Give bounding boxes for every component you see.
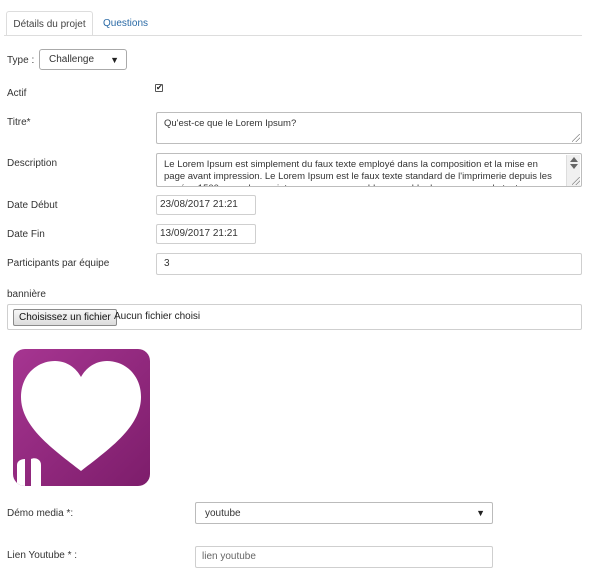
actif-checkbox[interactable]: ✔	[155, 84, 163, 92]
tab-questions[interactable]: Questions	[94, 11, 157, 36]
lien-youtube-label: Lien Youtube * :	[7, 550, 78, 561]
description-label: Description	[7, 158, 58, 169]
participants-input[interactable]: 3	[156, 253, 582, 275]
resize-handle-icon[interactable]	[572, 177, 580, 185]
type-label: Type :	[7, 55, 35, 66]
choose-file-button[interactable]: Choisissez un fichier	[13, 309, 117, 326]
titre-value: Qu'est-ce que le Lorem Ipsum?	[164, 118, 297, 129]
scroll-down-icon[interactable]	[570, 164, 578, 169]
titre-label: Titre*	[7, 117, 31, 128]
lien-youtube-input[interactable]: lien youtube	[195, 546, 493, 568]
banniere-file-input: Choisissez un fichier Aucun fichier choi…	[7, 304, 582, 330]
date-debut-input[interactable]: 23/08/2017 21:21	[156, 195, 256, 215]
description-textarea[interactable]: Le Lorem Ipsum est simplement du faux te…	[156, 153, 582, 187]
date-debut-label: Date Début	[7, 200, 58, 211]
heart-logo-graphic	[13, 349, 150, 486]
type-select-value: Challenge	[49, 54, 95, 65]
chevron-down-icon: ▼	[110, 55, 119, 65]
participants-label: Participants par équipe	[7, 258, 110, 269]
demo-media-value: youtube	[205, 508, 241, 519]
actif-label: Actif	[7, 88, 27, 99]
demo-media-select[interactable]: youtube ▼	[195, 502, 493, 524]
resize-handle-icon[interactable]	[572, 134, 580, 142]
tab-details-projet[interactable]: Détails du projet	[6, 11, 93, 36]
chevron-down-icon: ▼	[476, 508, 485, 518]
file-status-text: Aucun fichier choisi	[114, 311, 201, 322]
banniere-label: bannière	[7, 289, 46, 300]
date-fin-input[interactable]: 13/09/2017 21:21	[156, 224, 256, 244]
tabs-divider	[4, 35, 582, 36]
heart-logo-icon	[13, 349, 150, 486]
scroll-up-icon[interactable]	[570, 157, 578, 162]
demo-media-label: Démo media *:	[7, 508, 74, 519]
titre-textarea[interactable]: Qu'est-ce que le Lorem Ipsum?	[156, 112, 582, 144]
date-fin-label: Date Fin	[7, 229, 45, 240]
type-select[interactable]: Challenge ▼	[39, 49, 127, 70]
description-value: Le Lorem Ipsum est simplement du faux te…	[164, 159, 552, 186]
